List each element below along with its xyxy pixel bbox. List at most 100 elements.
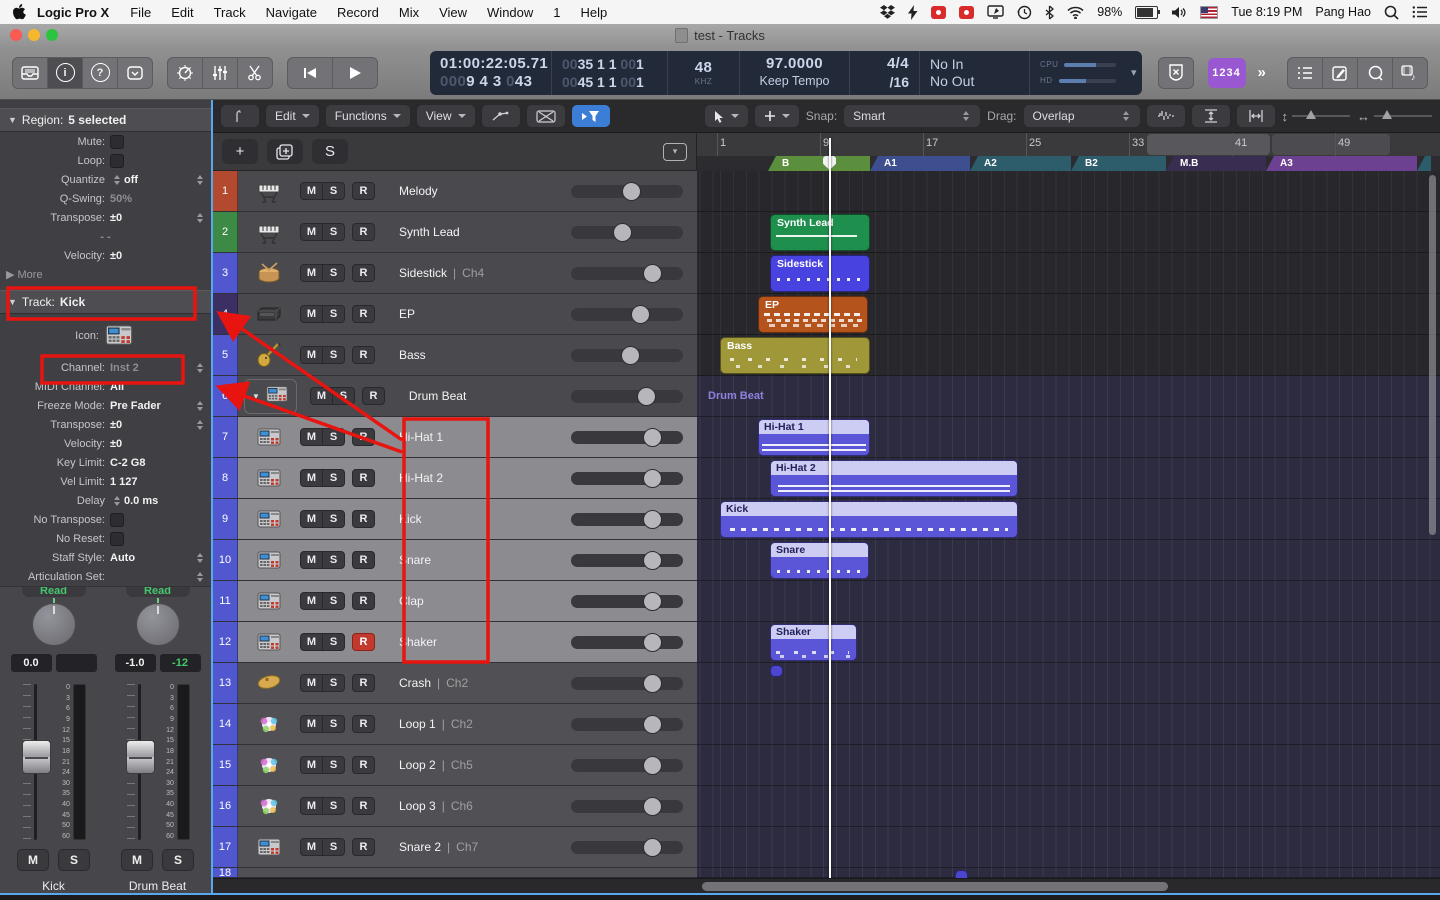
region-param-checkbox[interactable]: [110, 135, 124, 149]
arrangement-marker-mb[interactable]: M.B: [1166, 156, 1266, 171]
pan-knob[interactable]: [136, 603, 180, 646]
track-name[interactable]: Hi-Hat 2: [399, 471, 443, 485]
track-param-freeze-mode-[interactable]: Freeze Mode:Pre Fader: [0, 396, 211, 415]
track-volume-slider[interactable]: [571, 267, 683, 280]
track-header-synth-lead[interactable]: 2MSRSynth Lead: [213, 212, 697, 253]
lcd-io[interactable]: No In No Out: [920, 51, 1030, 95]
menu-item-window[interactable]: Window: [477, 5, 543, 20]
menu-item-edit[interactable]: Edit: [161, 5, 203, 20]
record-enable-button[interactable]: R: [352, 510, 375, 528]
region-bass[interactable]: Bass: [720, 337, 870, 374]
track-name[interactable]: Clap: [399, 594, 424, 608]
track-param-midi-channel-[interactable]: MIDI Channel:All: [0, 377, 211, 396]
solo-button[interactable]: S: [322, 182, 345, 200]
browsers-button[interactable]: ♪: [1392, 57, 1428, 89]
lane-crash[interactable]: [697, 663, 1440, 704]
mute-button[interactable]: M: [300, 715, 323, 733]
region-ep[interactable]: EP: [758, 296, 868, 333]
apple-menu-icon[interactable]: [12, 4, 26, 20]
track-header-config-button[interactable]: ▾: [663, 143, 687, 161]
track-name[interactable]: Loop 3 | Ch6: [399, 799, 473, 813]
stepper-icon[interactable]: [114, 175, 120, 185]
track-volume-slider[interactable]: [571, 677, 683, 690]
lcd-position[interactable]: 01:00:22:05.71 0009 4 3 043: [430, 51, 552, 95]
smart-controls-button[interactable]: [167, 57, 203, 89]
solo-button[interactable]: S: [322, 592, 345, 610]
mute-button[interactable]: M: [300, 592, 323, 610]
solo-button[interactable]: S: [322, 633, 345, 651]
record-enable-button[interactable]: R: [352, 223, 375, 241]
automation-mode-button[interactable]: Read: [126, 586, 190, 597]
lcd-mode-chevron[interactable]: ▾: [1126, 51, 1142, 95]
mute-button[interactable]: M: [300, 264, 323, 282]
secondary-tool-button[interactable]: [755, 105, 799, 127]
track-header-loop-3[interactable]: 16MSRLoop 3 | Ch6: [213, 786, 697, 827]
inspector-button[interactable]: i: [47, 57, 83, 89]
mute-button[interactable]: M: [300, 797, 323, 815]
record-enable-button[interactable]: R: [352, 469, 375, 487]
region-sliver[interactable]: [770, 665, 783, 677]
lcd-time-signature[interactable]: 4/4 /16: [850, 51, 920, 95]
track-param-channel-[interactable]: Channel:Inst 2: [0, 358, 211, 377]
drag-select[interactable]: Overlap: [1024, 105, 1140, 127]
menu-item-track[interactable]: Track: [204, 5, 256, 20]
us-flag-icon[interactable]: [1200, 4, 1218, 20]
bluetooth-icon[interactable]: [1045, 4, 1054, 20]
menu-item-help[interactable]: Help: [571, 5, 618, 20]
region-kick[interactable]: Kick: [720, 501, 1018, 538]
volume-slider-knob[interactable]: [643, 838, 662, 857]
volume-slider-knob[interactable]: [621, 346, 640, 365]
record-enable-button[interactable]: R: [352, 428, 375, 446]
vertical-zoom-slider[interactable]: ↕: [1282, 109, 1351, 124]
region-hi-hat-2[interactable]: Hi-Hat 2: [770, 460, 1018, 497]
duplicate-track-button[interactable]: [267, 139, 303, 164]
track-param-checkbox[interactable]: [110, 513, 124, 527]
track-header-melody[interactable]: 1MSRMelody: [213, 171, 697, 212]
mute-button[interactable]: M: [300, 674, 323, 692]
region-param--more[interactable]: ▶ More: [0, 265, 211, 284]
track-header-row-18[interactable]: 18: [213, 868, 697, 878]
track-param-velocity-[interactable]: Velocity:±0: [0, 434, 211, 453]
track-header-drum-beat[interactable]: 6▼MSRDrum Beat: [213, 376, 697, 417]
strip-mute-button[interactable]: M: [17, 849, 49, 871]
menu-clock[interactable]: Tue 8:19 PM: [1231, 5, 1302, 19]
play-button[interactable]: [332, 57, 378, 89]
solo-off-button[interactable]: [1158, 57, 1194, 89]
region-hi-hat-1[interactable]: Hi-Hat 1: [758, 419, 870, 456]
solo-button[interactable]: S: [322, 715, 345, 733]
volume-fader[interactable]: [125, 684, 159, 840]
volume-fader[interactable]: [21, 684, 55, 840]
lane-clap[interactable]: [697, 581, 1440, 622]
track-volume-slider[interactable]: [571, 759, 683, 772]
toolbar-toggle-button[interactable]: [117, 57, 153, 89]
region-param-q-swing-[interactable]: Q-Swing:50%: [0, 189, 211, 208]
mute-button[interactable]: M: [300, 469, 323, 487]
track-header-hi-hat-1[interactable]: 7MSRHi-Hat 1: [213, 417, 697, 458]
track-header-clap[interactable]: 11MSRClap: [213, 581, 697, 622]
automation-mode-button[interactable]: Read: [22, 586, 86, 597]
lightning-icon[interactable]: [908, 4, 918, 20]
track-name[interactable]: Melody: [399, 184, 438, 198]
wifi-icon[interactable]: [1067, 4, 1084, 20]
lcd-display[interactable]: 01:00:22:05.71 0009 4 3 043 0035 1 1 001…: [430, 51, 1142, 95]
mute-button[interactable]: M: [300, 510, 323, 528]
track-volume-slider[interactable]: [571, 431, 683, 444]
track-name[interactable]: EP: [399, 307, 415, 321]
track-header-bass[interactable]: 5MSRBass: [213, 335, 697, 376]
record-enable-button[interactable]: R: [352, 264, 375, 282]
volume-slider-knob[interactable]: [643, 264, 662, 283]
fader-cap[interactable]: [22, 740, 51, 774]
record-enable-button[interactable]: R: [352, 346, 375, 364]
arrangement-marker-b2[interactable]: B2: [1071, 156, 1166, 171]
notification-list-icon[interactable]: [1412, 4, 1428, 20]
track-disclosure-box[interactable]: ▼: [244, 379, 297, 414]
playhead-line[interactable]: [829, 138, 831, 878]
volume-value[interactable]: 0.0: [11, 654, 52, 672]
library-button[interactable]: [12, 57, 48, 89]
region-param--[interactable]: - -: [0, 227, 211, 246]
snap-select[interactable]: Smart: [844, 105, 980, 127]
solo-button[interactable]: S: [322, 674, 345, 692]
strip-solo-button[interactable]: S: [162, 849, 194, 871]
menu-item-mix[interactable]: Mix: [389, 5, 429, 20]
count-in-button[interactable]: 1234: [1208, 58, 1246, 88]
